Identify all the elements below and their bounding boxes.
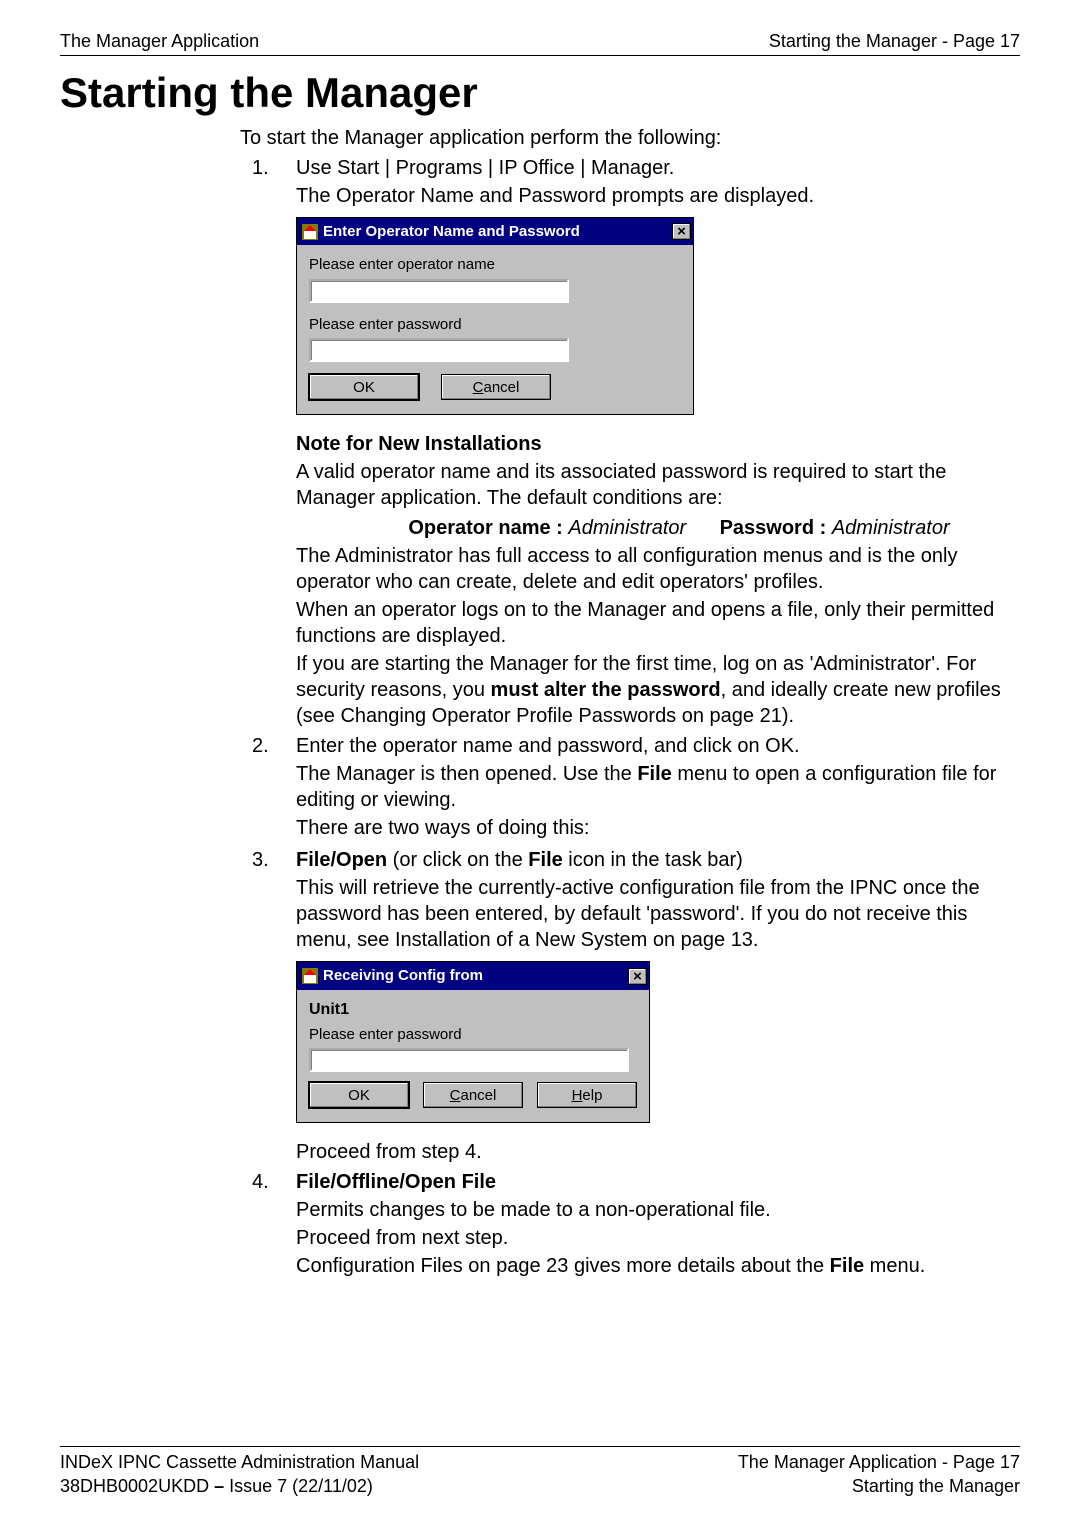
footer-dash: – (214, 1476, 224, 1496)
header-right: Starting the Manager - Page 17 (769, 30, 1020, 53)
step4-line3-bold: File (830, 1255, 864, 1277)
dialog2-ok-label: OK (348, 1086, 370, 1106)
note-p4: If you are starting the Manager for the … (296, 651, 1010, 729)
step-3: 3. File/Open (or click on the File icon … (252, 847, 1020, 955)
dialog2-cancel-label: Cancel (450, 1086, 497, 1106)
step-4: 4. File/Offline/Open File Permits change… (252, 1169, 1020, 1281)
dialog2-body: Unit1 Please enter password OK Cancel He… (297, 990, 649, 1122)
header-rule (60, 55, 1020, 56)
footer-r1: The Manager Application - Page 17 (738, 1451, 1020, 1474)
receiving-config-dialog: Receiving Config from × Unit1 Please ent… (296, 961, 650, 1123)
dialog2-button-row: OK Cancel Help (309, 1082, 637, 1108)
note-section: Note for New Installations A valid opera… (296, 431, 1010, 729)
close-icon: × (677, 224, 686, 239)
dialog2-help-label: Help (572, 1086, 603, 1106)
note-p4-bold: must alter the password (491, 679, 721, 701)
step-4-bold: File/Offline/Open File (296, 1169, 1020, 1195)
step-2-num: 2. (252, 733, 296, 759)
password-input[interactable] (309, 338, 569, 362)
step-2-line1: Enter the operator name and password, an… (296, 733, 1020, 759)
note-p3: When an operator logs on to the Manager … (296, 597, 1010, 649)
dialog2-close-button[interactable]: × (628, 968, 647, 985)
page-footer: INDeX IPNC Cassette Administration Manua… (60, 1446, 1020, 1498)
step-4-line3: Configuration Files on page 23 gives mor… (296, 1253, 1020, 1279)
step-1-line2: The Operator Name and Password prompts a… (296, 183, 1020, 209)
step-4-line1: Permits changes to be made to a non-oper… (296, 1197, 1020, 1223)
step-1-line1: Use Start | Programs | IP Office | Manag… (296, 155, 1020, 181)
step-1: 1. Use Start | Programs | IP Office | Ma… (252, 155, 1020, 211)
dialog1-pw-label: Please enter password (309, 315, 681, 335)
dialog2-title: Receiving Config from (323, 966, 483, 986)
step3-bold2: File (528, 849, 562, 871)
credentials-line: Operator name : Administrator Password :… (348, 515, 1010, 541)
enter-operator-dialog: Enter Operator Name and Password × Pleas… (296, 217, 694, 416)
ok-button-label: OK (353, 378, 375, 398)
header-left: The Manager Application (60, 30, 259, 53)
note-p2: The Administrator has full access to all… (296, 543, 1010, 595)
step-4-num: 4. (252, 1169, 296, 1195)
dialog1-title: Enter Operator Name and Password (323, 222, 580, 242)
page-header: The Manager Application Starting the Man… (60, 30, 1020, 53)
unit-label: Unit1 (309, 1000, 637, 1021)
ok-button[interactable]: OK (309, 374, 419, 400)
opname-val: Administrator (568, 517, 686, 539)
page-title: Starting the Manager (60, 66, 1020, 121)
step-3-body: File/Open (or click on the File icon in … (296, 847, 1020, 955)
footer-l1: INDeX IPNC Cassette Administration Manua… (60, 1451, 419, 1474)
dialog2-titlebar: Receiving Config from × (297, 962, 649, 990)
step-2-line2: The Manager is then opened. Use the File… (296, 761, 1020, 813)
step3-mid1: (or click on the (387, 849, 528, 871)
dialog1-button-row: OK Cancel (309, 374, 681, 400)
footer-r2: Starting the Manager (852, 1475, 1020, 1498)
dialog2-help-button[interactable]: Help (537, 1082, 637, 1108)
step-2-line2a: The Manager is then opened. Use the (296, 763, 637, 785)
step-2-file-bold: File (637, 763, 671, 785)
dialog1-close-button[interactable]: × (672, 223, 691, 240)
operator-name-input[interactable] (309, 279, 569, 303)
step-2-body: Enter the operator name and password, an… (296, 733, 1020, 843)
proceed-line: Proceed from step 4. (296, 1139, 1010, 1165)
step-3-head: File/Open (or click on the File icon in … (296, 847, 1020, 873)
footer-l2: 38DHB0002UKDD – Issue 7 (22/11/02) (60, 1475, 373, 1498)
note-heading: Note for New Installations (296, 431, 1010, 457)
pw-label: Password : (720, 517, 827, 539)
step-4-body: File/Offline/Open File Permits changes t… (296, 1169, 1020, 1281)
step4-line3b: menu. (864, 1255, 925, 1277)
step-2-line3: There are two ways of doing this: (296, 815, 1020, 841)
footer-rule (60, 1446, 1020, 1447)
app-icon-2 (301, 967, 319, 985)
cancel-button-label: Cancel (473, 378, 520, 398)
app-icon (301, 223, 319, 241)
opname-label: Operator name : (408, 517, 562, 539)
dialog2-cancel-button[interactable]: Cancel (423, 1082, 523, 1108)
dialog1-body: Please enter operator name Please enter … (297, 245, 693, 414)
intro-text: To start the Manager application perform… (240, 125, 1010, 151)
step-3-num: 3. (252, 847, 296, 873)
dialog1-titlebar: Enter Operator Name and Password × (297, 218, 693, 246)
step-3-p1: This will retrieve the currently-active … (296, 875, 1020, 953)
note-p1: A valid operator name and its associated… (296, 459, 1010, 511)
dialog2-ok-button[interactable]: OK (309, 1082, 409, 1108)
step3-mid2: icon in the task bar) (563, 849, 743, 871)
dialog1-opname-label: Please enter operator name (309, 255, 681, 275)
cancel-button[interactable]: Cancel (441, 374, 551, 400)
step-4-line2: Proceed from next step. (296, 1225, 1020, 1251)
step4-line3a: Configuration Files on page 23 gives mor… (296, 1255, 830, 1277)
dialog2-pw-label: Please enter password (309, 1025, 637, 1045)
step-1-num: 1. (252, 155, 296, 181)
dialog2-password-input[interactable] (309, 1048, 629, 1072)
close-icon-2: × (633, 969, 642, 984)
pw-val: Administrator (832, 517, 950, 539)
step-1-body: Use Start | Programs | IP Office | Manag… (296, 155, 1020, 211)
step-2: 2. Enter the operator name and password,… (252, 733, 1020, 843)
step3-bold1: File/Open (296, 849, 387, 871)
